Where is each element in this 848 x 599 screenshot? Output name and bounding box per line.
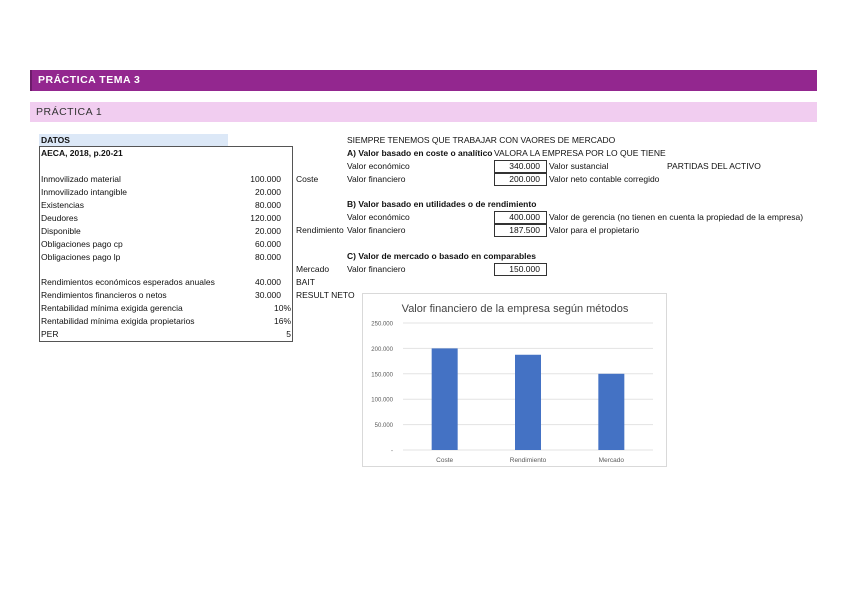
y-tick-label: 150.000 xyxy=(371,372,393,378)
datos-row-value: 40.000 xyxy=(255,277,281,287)
datos-row-label: Deudores xyxy=(41,213,78,223)
valuation-value: 340.000 xyxy=(494,160,547,173)
y-tick-label: - xyxy=(391,449,393,455)
datos-row-label: Inmovilizado intangible xyxy=(41,187,127,197)
chart-svg: Valor financiero de la empresa según mét… xyxy=(371,303,653,464)
valuation-description: Valor sustancial xyxy=(549,161,609,171)
bar-coste xyxy=(431,348,458,450)
y-tick-label: 250.000 xyxy=(371,322,393,328)
datos-row-value: 16% xyxy=(273,316,291,326)
valuation-value: 187.500 xyxy=(494,224,547,237)
datos-row-label: Obligaciones pago cp xyxy=(41,239,123,249)
datos-row-label: Disponible xyxy=(41,226,81,236)
valuation-label: Valor económico xyxy=(347,212,410,222)
datos-row-label: Obligaciones pago lp xyxy=(41,252,121,262)
valuation-label: Valor económico xyxy=(347,161,410,171)
bar-mercado xyxy=(598,373,625,450)
bar-rendimiento xyxy=(515,354,541,450)
section-c-title: C) Valor de mercado o basado en comparab… xyxy=(347,251,536,261)
datos-row-label: Rentabilidad mínima exigida gerencia xyxy=(41,303,183,313)
datos-row-label: PER xyxy=(41,329,59,339)
x-tick-label: Rendimiento xyxy=(510,457,547,464)
datos-row-label: Rendimientos financieros o netos xyxy=(41,290,167,300)
datos-row-label: Inmovilizado material xyxy=(41,174,121,184)
valuation-value: 150.000 xyxy=(494,263,547,276)
bar-chart: Valor financiero de la empresa según mét… xyxy=(362,293,667,467)
datos-row-value: 120.000 xyxy=(250,213,281,223)
datos-row-label: Existencias xyxy=(41,200,84,210)
valuation-description: Valor neto contable corregido xyxy=(549,174,660,184)
valuation-label: Valor financiero xyxy=(347,174,406,184)
side-label-result-neto: RESULT NETO xyxy=(296,290,355,300)
partidas-activo-note: PARTIDAS DEL ACTIVO xyxy=(667,161,761,171)
market-values-note: SIEMPRE TENEMOS QUE TRABAJAR CON VAORES … xyxy=(347,135,616,145)
datos-row-value: 100.000 xyxy=(250,174,281,184)
sheet-title: PRÁCTICA TEMA 3 xyxy=(30,70,817,91)
sheet-subtitle: PRÁCTICA 1 xyxy=(30,102,817,122)
datos-source: AECA, 2018, p.20-21 xyxy=(41,148,123,158)
datos-row-value: 80.000 xyxy=(255,252,281,262)
section-a-note: VALORA LA EMPRESA POR LO QUE TIENE xyxy=(494,148,666,158)
datos-row-value: 5 xyxy=(286,329,291,339)
valuation-description: Valor para el propietario xyxy=(549,225,640,235)
side-label-mercado: Mercado xyxy=(296,264,330,274)
datos-row-label: Rendimientos económicos esperados anuale… xyxy=(41,277,215,287)
valuation-value: 400.000 xyxy=(494,211,547,224)
x-tick-label: Coste xyxy=(436,457,453,464)
section-a-title: A) Valor basado en coste o analítico xyxy=(347,148,493,158)
datos-row-value: 10% xyxy=(273,303,291,313)
y-tick-label: 100.000 xyxy=(371,398,393,404)
chart-title: Valor financiero de la empresa según mét… xyxy=(402,303,629,315)
side-label-coste: Coste xyxy=(296,174,319,184)
y-tick-label: 200.000 xyxy=(371,347,393,353)
x-tick-label: Mercado xyxy=(599,457,625,464)
datos-row-value: 30.000 xyxy=(255,290,281,300)
valuation-value: 200.000 xyxy=(494,173,547,186)
datos-row-value: 20.000 xyxy=(255,187,281,197)
valuation-label: Valor financiero xyxy=(347,264,406,274)
valuation-description: Valor de gerencia (no tienen en cuenta l… xyxy=(549,212,804,222)
datos-row-value: 20.000 xyxy=(255,226,281,236)
side-label-rendimiento: Rendimiento xyxy=(296,225,344,235)
datos-row-value: 60.000 xyxy=(255,239,281,249)
datos-row-label: Rentabilidad mínima exigida propietarios xyxy=(41,316,195,326)
datos-row-value: 80.000 xyxy=(255,200,281,210)
valuation-label: Valor financiero xyxy=(347,225,406,235)
y-tick-label: 50.000 xyxy=(375,423,394,429)
side-label-bait: BAIT xyxy=(296,277,315,287)
section-b-title: B) Valor basado en utilidades o de rendi… xyxy=(347,199,537,209)
